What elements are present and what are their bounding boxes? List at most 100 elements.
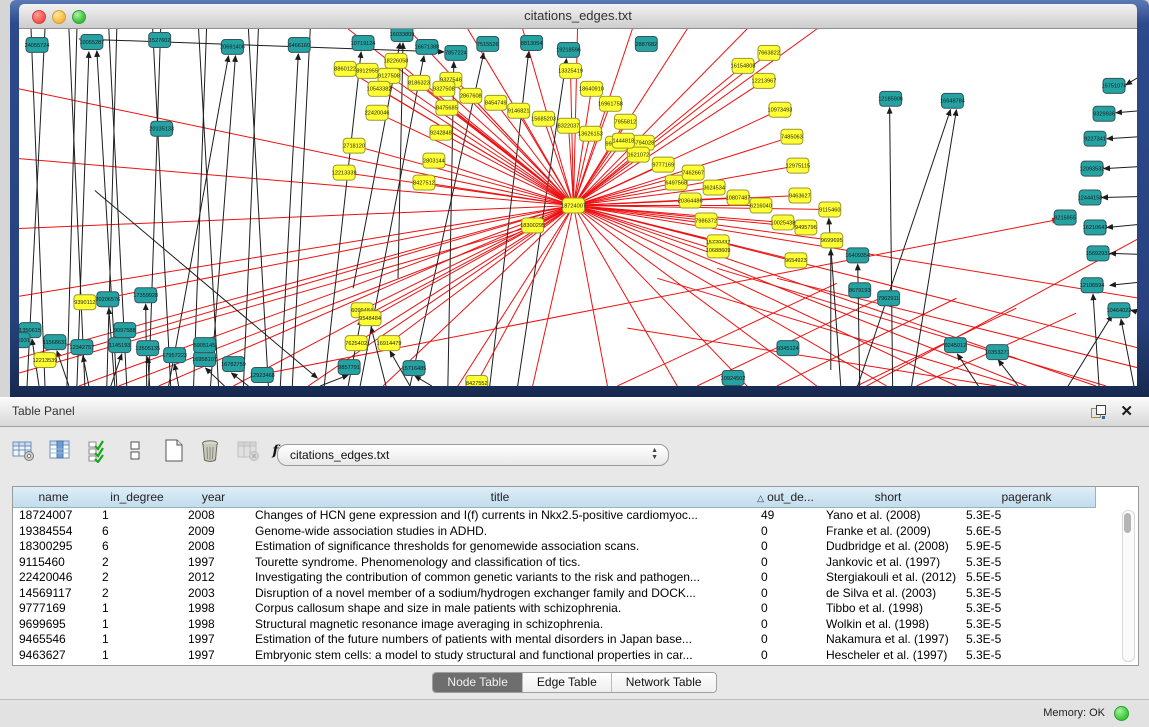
table-cell[interactable]: 5.3E-5 (958, 586, 1095, 602)
table-cell[interactable]: 5.3E-5 (958, 508, 1095, 524)
select-all-icon[interactable] (85, 437, 113, 465)
table-cell[interactable]: 2 (94, 586, 180, 602)
table-cell[interactable]: 9463627 (13, 648, 94, 664)
table-cell[interactable]: 5.3E-5 (958, 601, 1095, 617)
table-cell[interactable]: 0 (753, 632, 818, 648)
table-cell[interactable]: 9777169 (13, 601, 94, 617)
citation-network-graph[interactable]: 2405572410055287152760220691406646616010… (19, 29, 1137, 386)
column-header-in_degree[interactable]: in_degree (94, 487, 181, 508)
new-table-icon[interactable] (160, 437, 188, 465)
table-cell[interactable]: 2009 (180, 524, 247, 540)
table-cell[interactable]: 1 (94, 617, 180, 633)
table-cell[interactable]: Estimation of significance thresholds fo… (247, 539, 753, 555)
table-cell[interactable]: Franke et al. (2009) (818, 524, 958, 540)
table-cell[interactable]: 6 (94, 539, 180, 555)
column-header-out_de[interactable]: △out_de... (753, 487, 819, 508)
table-cell[interactable]: 1997 (180, 632, 247, 648)
table-cell[interactable]: 0 (753, 539, 818, 555)
vertical-scrollbar[interactable] (1122, 510, 1135, 662)
table-cell[interactable]: Estimation of the future numbers of pati… (247, 632, 753, 648)
table-cell[interactable]: Wolkin et al. (1998) (818, 617, 958, 633)
table-cell[interactable]: 5.3E-5 (958, 648, 1095, 664)
table-row[interactable]: 1830029562008Estimation of significance … (13, 539, 1138, 555)
table-cell[interactable]: 14569117 (13, 586, 94, 602)
tab-network-table[interactable]: Network Table (612, 673, 716, 692)
table-cell[interactable]: 1 (94, 601, 180, 617)
table-cell[interactable]: Changes of HCN gene expression and I(f) … (247, 508, 753, 524)
table-row[interactable]: 946362711997Embryonic stem cells: a mode… (13, 648, 1138, 664)
table-cell[interactable]: 1997 (180, 648, 247, 664)
column-header-short[interactable]: short (818, 487, 959, 508)
table-cell[interactable]: Investigating the contribution of common… (247, 570, 753, 586)
table-cell[interactable]: 5.3E-5 (958, 632, 1095, 648)
table-cell[interactable]: Hescheler et al. (1997) (818, 648, 958, 664)
table-row[interactable]: 1456911722003Disruption of a novel membe… (13, 586, 1138, 602)
table-cell[interactable]: Nakamura et al. (1997) (818, 632, 958, 648)
table-cell[interactable]: 0 (753, 601, 818, 617)
table-cell[interactable]: 1997 (180, 555, 247, 571)
select-columns-icon[interactable] (47, 437, 75, 465)
table-cell[interactable]: Genome-wide association studies in ADHD. (247, 524, 753, 540)
table-cell[interactable]: 2012 (180, 570, 247, 586)
table-cell[interactable]: 0 (753, 524, 818, 540)
table-cell[interactable]: 2008 (180, 539, 247, 555)
table-cell[interactable]: Tibbo et al. (1998) (818, 601, 958, 617)
window-titlebar[interactable]: citations_edges.txt (19, 4, 1137, 29)
table-cell[interactable]: 2 (94, 570, 180, 586)
table-cell[interactable]: 5.9E-5 (958, 539, 1095, 555)
table-cell[interactable]: 9115460 (13, 555, 94, 571)
table-row[interactable]: 969969511998Structural magnetic resonanc… (13, 617, 1138, 633)
table-cell[interactable]: 9699695 (13, 617, 94, 633)
table-row[interactable]: 2242004622012Investigating the contribut… (13, 570, 1138, 586)
table-cell[interactable]: 22420046 (13, 570, 94, 586)
delete-columns-icon[interactable] (197, 437, 225, 465)
table-row[interactable]: 911546021997Tourette syndrome. Phenomeno… (13, 555, 1138, 571)
table-cell[interactable]: Yano et al. (2008) (818, 508, 958, 524)
table-cell[interactable]: 0 (753, 586, 818, 602)
table-cell[interactable]: 5.6E-5 (958, 524, 1095, 540)
table-cell[interactable]: Jankovic et al. (1997) (818, 555, 958, 571)
table-cell[interactable]: Tourette syndrome. Phenomenology and cla… (247, 555, 753, 571)
table-cell[interactable]: 9465546 (13, 632, 94, 648)
table-settings-icon[interactable] (10, 437, 38, 465)
table-cell[interactable]: Stergiakouli et al. (2012) (818, 570, 958, 586)
table-row[interactable]: 1872400712008Changes of HCN gene express… (13, 508, 1138, 524)
table-selector-dropdown[interactable]: citations_edges.txt ▲▼ (277, 444, 669, 466)
float-panel-icon[interactable] (1091, 405, 1105, 419)
delete-table-icon[interactable] (235, 437, 263, 465)
table-cell[interactable]: de Silva et al. (2003) (818, 586, 958, 602)
table-cell[interactable]: 1 (94, 508, 180, 524)
table-cell[interactable]: 1998 (180, 601, 247, 617)
table-cell[interactable]: Embryonic stem cells: a model to study s… (247, 648, 753, 664)
scrollbar-thumb[interactable] (1124, 513, 1131, 533)
table-cell[interactable]: 1998 (180, 617, 247, 633)
table-cell[interactable]: 6 (94, 524, 180, 540)
table-cell[interactable]: 2008 (180, 508, 247, 524)
column-header-name[interactable]: name (13, 487, 95, 508)
table-cell[interactable]: 2003 (180, 586, 247, 602)
table-row[interactable]: 977716911998Corpus callosum shape and si… (13, 601, 1138, 617)
table-cell[interactable]: 0 (753, 648, 818, 664)
table-cell[interactable]: Dudbridge et al. (2008) (818, 539, 958, 555)
tab-edge-table[interactable]: Edge Table (523, 673, 612, 692)
column-header-title[interactable]: title (247, 487, 754, 508)
table-cell[interactable]: 0 (753, 570, 818, 586)
column-header-year[interactable]: year (180, 487, 248, 508)
table-cell[interactable]: Corpus callosum shape and size in male p… (247, 601, 753, 617)
table-cell[interactable]: 5.5E-5 (958, 570, 1095, 586)
column-header-pagerank[interactable]: pagerank (958, 487, 1096, 508)
network-canvas[interactable]: 2405572410055287152760220691406646616010… (19, 29, 1137, 386)
close-panel-icon[interactable]: ✕ (1120, 402, 1133, 420)
table-cell[interactable]: Structural magnetic resonance image aver… (247, 617, 753, 633)
table-cell[interactable]: 0 (753, 617, 818, 633)
table-cell[interactable]: 19384554 (13, 524, 94, 540)
table-cell[interactable]: 1 (94, 632, 180, 648)
table-cell[interactable]: 18724007 (13, 508, 94, 524)
table-cell[interactable]: 5.3E-5 (958, 617, 1095, 633)
table-cell[interactable]: 49 (753, 508, 818, 524)
table-cell[interactable]: Disruption of a novel member of a sodium… (247, 586, 753, 602)
table-cell[interactable]: 18300295 (13, 539, 94, 555)
table-cell[interactable]: 5.3E-5 (958, 555, 1095, 571)
unselect-all-icon[interactable] (122, 437, 150, 465)
table-row[interactable]: 946554611997Estimation of the future num… (13, 632, 1138, 648)
